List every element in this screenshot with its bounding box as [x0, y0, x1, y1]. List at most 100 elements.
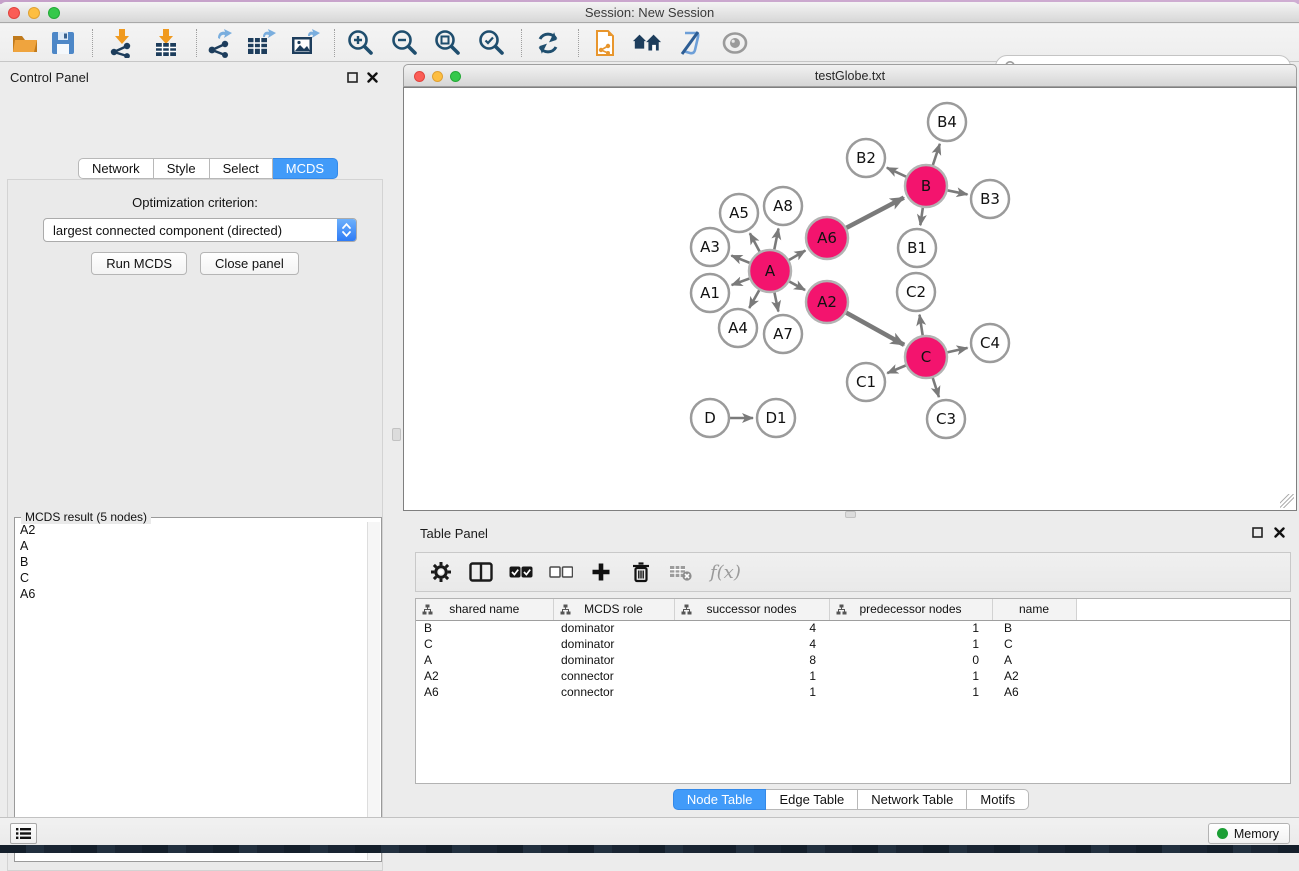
table-tab-network-table[interactable]: Network Table — [858, 789, 967, 810]
result-item[interactable]: A2 — [16, 522, 367, 538]
eye-icon[interactable] — [720, 28, 750, 58]
node-D1[interactable]: D1 — [757, 399, 795, 437]
node-D[interactable]: D — [691, 399, 729, 437]
column-header-shared-name[interactable]: shared name — [416, 599, 553, 620]
import-table-icon[interactable] — [151, 28, 181, 58]
memory-label: Memory — [1234, 827, 1279, 841]
node-A6[interactable]: A6 — [806, 217, 848, 259]
table-tab-motifs[interactable]: Motifs — [967, 789, 1029, 810]
node-A1[interactable]: A1 — [691, 274, 729, 312]
node-B[interactable]: B — [905, 165, 947, 207]
mcds-result-list[interactable]: A2ABCA6 — [16, 522, 367, 860]
main-titlebar[interactable]: Session: New Session — [0, 2, 1299, 23]
network-view-window: testGlobe.txt B4 B2 B B3 B1 C2 A5 A8 A3 A6 A A1 A2 A4… — [403, 64, 1297, 511]
node-C4[interactable]: C4 — [971, 324, 1009, 362]
result-item[interactable]: B — [16, 554, 367, 570]
run-mcds-button[interactable]: Run MCDS — [91, 252, 187, 275]
resize-grip-icon[interactable] — [1280, 494, 1294, 508]
export-table-icon[interactable] — [246, 28, 276, 58]
export-image-icon[interactable] — [290, 28, 320, 58]
result-item[interactable]: A6 — [16, 586, 367, 602]
result-item[interactable]: A — [16, 538, 367, 554]
node-A2[interactable]: A2 — [806, 281, 848, 323]
node-A3[interactable]: A3 — [691, 228, 729, 266]
node-B1[interactable]: B1 — [898, 229, 936, 267]
mcds-result-box: MCDS result (5 nodes) A2ABCA6 — [14, 517, 382, 862]
float-panel-icon[interactable] — [346, 71, 358, 83]
table-row[interactable]: Adominator80A — [416, 652, 1290, 668]
node-B3[interactable]: B3 — [971, 180, 1009, 218]
fx-function-builder[interactable]: f(x) — [710, 562, 741, 583]
node-A5[interactable]: A5 — [720, 194, 758, 232]
delete-column-icon[interactable] — [628, 559, 654, 585]
table-row[interactable]: A2connector11A2 — [416, 668, 1290, 684]
hide-labels-icon[interactable] — [675, 28, 705, 58]
svg-text:C1: C1 — [856, 373, 876, 391]
column-header-successor-nodes[interactable]: successor nodes — [674, 599, 829, 620]
network-window-titlebar[interactable]: testGlobe.txt — [403, 64, 1297, 87]
node-A[interactable]: A — [749, 250, 791, 292]
zoom-out-icon[interactable] — [390, 28, 420, 58]
node-C2[interactable]: C2 — [897, 273, 935, 311]
refresh-network-icon[interactable] — [533, 28, 563, 58]
node-B4[interactable]: B4 — [928, 103, 966, 141]
tab-network[interactable]: Network — [78, 158, 154, 179]
control-panel-tabs: NetworkStyleSelectMCDS — [78, 158, 338, 179]
save-icon[interactable] — [48, 28, 78, 58]
open-folder-icon[interactable] — [10, 28, 40, 58]
column-header-filler — [1076, 599, 1290, 620]
table-row[interactable]: Cdominator41C — [416, 636, 1290, 652]
node-B2[interactable]: B2 — [847, 139, 885, 177]
zoom-selected-icon[interactable] — [477, 28, 507, 58]
node-A8[interactable]: A8 — [764, 187, 802, 225]
zoom-fit-icon[interactable] — [433, 28, 463, 58]
node-C[interactable]: C — [905, 336, 947, 378]
vertical-splitter-handle[interactable] — [392, 428, 401, 441]
node-C3[interactable]: C3 — [927, 400, 965, 438]
table-options-gear-icon[interactable] — [428, 559, 454, 585]
table-float-icon[interactable] — [1251, 526, 1263, 538]
table-row[interactable]: A6connector11A6 — [416, 684, 1290, 700]
zoom-in-icon[interactable] — [346, 28, 376, 58]
table-row[interactable]: Bdominator41B — [416, 620, 1290, 636]
split-columns-icon[interactable] — [468, 559, 494, 585]
svg-text:A1: A1 — [700, 284, 720, 302]
memory-status-icon — [1217, 828, 1228, 839]
column-header-predecessor-nodes[interactable]: predecessor nodes — [829, 599, 992, 620]
delete-table-icon[interactable] — [668, 559, 694, 585]
list-icon — [16, 827, 31, 840]
tab-select[interactable]: Select — [210, 158, 273, 179]
svg-text:A7: A7 — [773, 325, 793, 343]
table-tab-edge-table[interactable]: Edge Table — [766, 789, 858, 810]
svg-text:A5: A5 — [729, 204, 749, 222]
home-icon[interactable] — [632, 28, 662, 58]
export-network-icon[interactable] — [204, 28, 234, 58]
horizontal-splitter-handle[interactable] — [845, 511, 856, 518]
result-scrollbar[interactable] — [367, 522, 380, 860]
close-panel-button[interactable]: Close panel — [200, 252, 299, 275]
add-column-icon[interactable] — [588, 559, 614, 585]
optimization-criterion-dropdown[interactable]: largest connected component (directed) — [43, 218, 357, 242]
table-close-icon[interactable] — [1273, 526, 1285, 538]
import-network-icon[interactable] — [106, 28, 136, 58]
network-canvas[interactable]: B4 B2 B B3 B1 C2 A5 A8 A3 A6 A A1 A2 A4 A7 C C4 C1 C3 D D1 — [403, 87, 1297, 511]
clone-network-icon[interactable] — [590, 28, 620, 58]
node-A7[interactable]: A7 — [764, 315, 802, 353]
task-history-button[interactable] — [10, 823, 37, 844]
select-all-icon[interactable] — [508, 559, 534, 585]
tab-mcds[interactable]: MCDS — [273, 158, 338, 179]
network-graph[interactable]: B4 B2 B B3 B1 C2 A5 A8 A3 A6 A A1 A2 A4 A7 C C4 C1 C3 D D1 — [404, 88, 1296, 510]
memory-button[interactable]: Memory — [1208, 823, 1290, 844]
tab-style[interactable]: Style — [154, 158, 210, 179]
column-header-mcds-role[interactable]: MCDS role — [553, 599, 674, 620]
table-tab-node-table[interactable]: Node Table — [673, 789, 767, 810]
result-item[interactable]: C — [16, 570, 367, 586]
svg-text:B2: B2 — [856, 149, 876, 167]
deselect-all-icon[interactable] — [548, 559, 574, 585]
node-table[interactable]: shared nameMCDS rolesuccessor nodesprede… — [415, 598, 1291, 784]
close-panel-icon[interactable] — [366, 71, 378, 83]
node-C1[interactable]: C1 — [847, 363, 885, 401]
column-header-name[interactable]: name — [992, 599, 1076, 620]
svg-text:C: C — [921, 348, 931, 366]
node-A4[interactable]: A4 — [719, 309, 757, 347]
